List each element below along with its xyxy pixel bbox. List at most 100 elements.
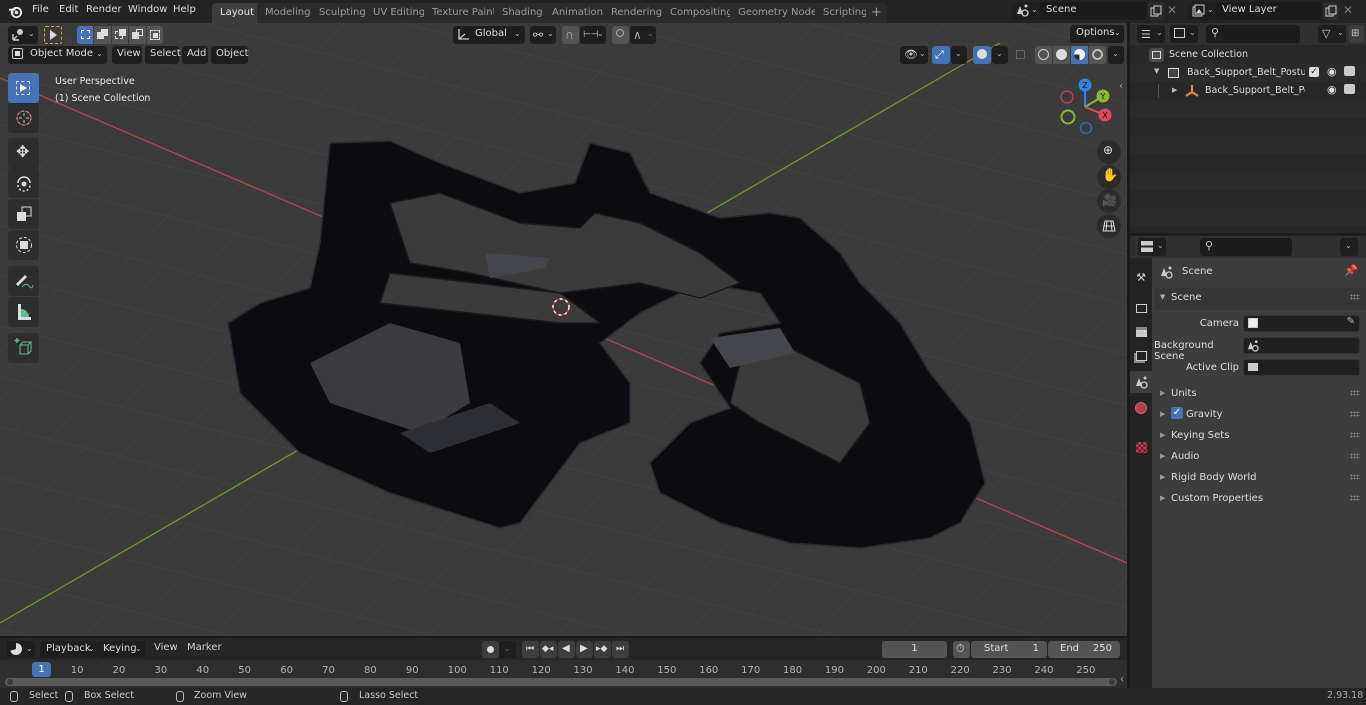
select-new-mode-button[interactable] xyxy=(77,26,94,44)
scene-type-button[interactable]: ⌄ xyxy=(1012,2,1040,20)
options-dropdown[interactable]: Options ⌄ xyxy=(1070,25,1124,43)
delete-view-layer-icon[interactable]: ✕ xyxy=(1343,3,1353,17)
properties-editor-type-button[interactable]: ⌄ xyxy=(1138,238,1166,256)
blender-logo-icon[interactable] xyxy=(8,4,23,19)
scene-name-field[interactable]: Scene xyxy=(1040,2,1147,20)
new-scene-button[interactable] xyxy=(1148,2,1164,20)
timeline-marker-menu[interactable]: Marker xyxy=(187,642,222,653)
pin-icon[interactable]: 📌 xyxy=(1344,264,1358,277)
timeline-scrollbar[interactable] xyxy=(5,678,1117,686)
pivot-point-dropdown[interactable]: ⚯ ⌄ xyxy=(530,26,556,44)
menu-file[interactable]: File xyxy=(32,4,49,15)
end-frame-field[interactable]: End 250 xyxy=(1048,641,1120,658)
drag-handle-icon[interactable] xyxy=(1350,495,1360,501)
gizmo-dropdown[interactable]: ⌄ xyxy=(951,46,967,64)
tab-modeling[interactable]: Modeling xyxy=(257,3,319,23)
shading-rendered-button[interactable] xyxy=(1089,46,1106,64)
custom-properties-panel-header[interactable]: ▶ Custom Properties xyxy=(1154,489,1366,509)
ortho-toggle-button[interactable] xyxy=(1097,214,1121,238)
drag-handle-icon[interactable] xyxy=(1350,390,1360,396)
tool-add-cube[interactable] xyxy=(8,333,39,363)
active-clip-field[interactable] xyxy=(1243,359,1360,376)
background-scene-field[interactable] xyxy=(1243,337,1360,354)
filter-dropdown[interactable]: ▽ ⌄ xyxy=(1318,25,1346,43)
object-mode-dropdown[interactable]: Object Mode ⌄ xyxy=(8,46,107,64)
add-menu[interactable]: Add xyxy=(182,46,208,64)
outliner-row-scene-collection[interactable]: Scene Collection xyxy=(1130,46,1366,64)
camera-view-button[interactable]: 🎥 xyxy=(1097,189,1121,213)
overlays-toggle[interactable] xyxy=(973,46,991,64)
sidebar-toggle-chevron-icon[interactable]: ‹ xyxy=(1119,81,1123,92)
gravity-checkbox[interactable]: ✓ xyxy=(1171,407,1183,419)
jump-next-keyframe-button[interactable]: ▸◆ xyxy=(594,641,611,658)
timeline-sidebar-chevron-icon[interactable]: ‹ xyxy=(1120,674,1124,685)
object-menu[interactable]: Object xyxy=(211,46,249,64)
tab-scene[interactable] xyxy=(1130,371,1152,393)
tab-animation[interactable]: Animation xyxy=(544,3,611,23)
outliner-row-object[interactable]: ▶ Back_Support_Belt_Postu ◉ xyxy=(1130,82,1366,100)
properties-search-input[interactable]: ⚲ xyxy=(1200,238,1292,256)
timeline-editor-type-button[interactable]: ⌄ xyxy=(7,641,35,658)
shading-dropdown[interactable]: ⌄ xyxy=(1108,46,1124,64)
view-layer-type-button[interactable]: ⌄ xyxy=(1188,2,1216,20)
timeline-view-menu[interactable]: View xyxy=(154,642,178,653)
exclude-checkbox[interactable]: ✓ xyxy=(1309,67,1319,77)
select-intersect-mode-button[interactable] xyxy=(146,26,164,44)
tool-transform[interactable] xyxy=(8,230,39,260)
tab-rendering[interactable]: Rendering xyxy=(603,3,671,23)
menu-render[interactable]: Render xyxy=(86,4,122,15)
gizmo-toggle[interactable]: ⤢ xyxy=(932,46,950,64)
expand-arrow-icon[interactable]: ▼ xyxy=(1154,67,1159,75)
shading-wireframe-button[interactable] xyxy=(1035,46,1052,64)
tab-view-layer[interactable] xyxy=(1131,345,1151,367)
auto-keying-toggle[interactable] xyxy=(482,641,499,658)
xray-toggle[interactable] xyxy=(1012,46,1030,64)
start-frame-field[interactable]: Start 1 xyxy=(971,641,1047,658)
scrollbar-end-handle[interactable] xyxy=(1109,679,1115,685)
jump-prev-keyframe-button[interactable]: ◆◂ xyxy=(540,641,557,658)
tool-cursor[interactable] xyxy=(8,103,39,133)
menu-edit[interactable]: Edit xyxy=(59,4,78,15)
use-preview-range-toggle[interactable]: ⏱ xyxy=(953,641,970,658)
camera-field[interactable]: ✎ xyxy=(1243,315,1360,332)
camera-render-icon[interactable] xyxy=(1344,66,1355,76)
select-menu[interactable]: Select xyxy=(145,46,181,64)
properties-options-dropdown[interactable]: ⌄ xyxy=(1340,238,1358,256)
playhead[interactable]: 1 xyxy=(32,662,51,677)
jump-to-start-button[interactable]: ⏮ xyxy=(522,641,539,658)
drag-handle-icon[interactable] xyxy=(1350,453,1360,459)
tool-select-button[interactable] xyxy=(44,26,62,44)
rigid-body-world-panel-header[interactable]: ▶ Rigid Body World xyxy=(1154,468,1366,488)
new-view-layer-button[interactable] xyxy=(1323,2,1339,20)
view-menu[interactable]: View xyxy=(112,46,142,64)
tool-annotate[interactable] xyxy=(8,266,39,296)
tab-compositing[interactable]: Compositing xyxy=(662,3,741,23)
shading-solid-button[interactable] xyxy=(1053,46,1070,64)
keying-mode-dropdown[interactable]: ⌄ xyxy=(499,641,516,658)
outliner-editor-type-button[interactable]: ☰ ⌄ xyxy=(1137,25,1165,43)
eye-icon[interactable]: ◉ xyxy=(1327,83,1337,96)
outliner-row-collection[interactable]: ▼ Back_Support_Belt_Posture_C ✓ ◉ xyxy=(1130,64,1366,82)
tab-uv-editing[interactable]: UV Editing xyxy=(365,3,434,23)
proportional-falloff-dropdown[interactable]: ∧ ⌄ xyxy=(630,26,656,44)
view-layer-name-field[interactable]: View Layer xyxy=(1216,2,1322,20)
snap-toggle[interactable]: ∩ xyxy=(562,26,579,44)
tab-layout[interactable]: Layout xyxy=(212,3,262,23)
expand-arrow-icon[interactable]: ▶ xyxy=(1172,86,1177,94)
tool-rotate[interactable] xyxy=(8,168,39,198)
tool-measure[interactable] xyxy=(8,297,39,327)
menu-window[interactable]: Window xyxy=(128,4,167,15)
current-frame-field[interactable]: 1 xyxy=(882,641,947,658)
units-panel-header[interactable]: ▶ Units xyxy=(1154,384,1366,404)
eye-icon[interactable]: ◉ xyxy=(1327,65,1337,78)
zoom-view-button[interactable]: ⊕ xyxy=(1097,140,1121,164)
tab-output[interactable] xyxy=(1131,321,1151,343)
drag-handle-icon[interactable] xyxy=(1350,474,1360,480)
add-workspace-button[interactable]: + xyxy=(866,3,887,23)
tool-scale[interactable] xyxy=(8,199,39,229)
camera-render-icon[interactable] xyxy=(1344,84,1355,94)
new-collection-button[interactable]: ⊞ xyxy=(1349,25,1364,43)
outliner-search-input[interactable]: ⚲ xyxy=(1206,25,1300,43)
tool-move[interactable]: ✥ xyxy=(8,138,39,168)
gizmo-neg-x[interactable] xyxy=(1060,90,1074,104)
